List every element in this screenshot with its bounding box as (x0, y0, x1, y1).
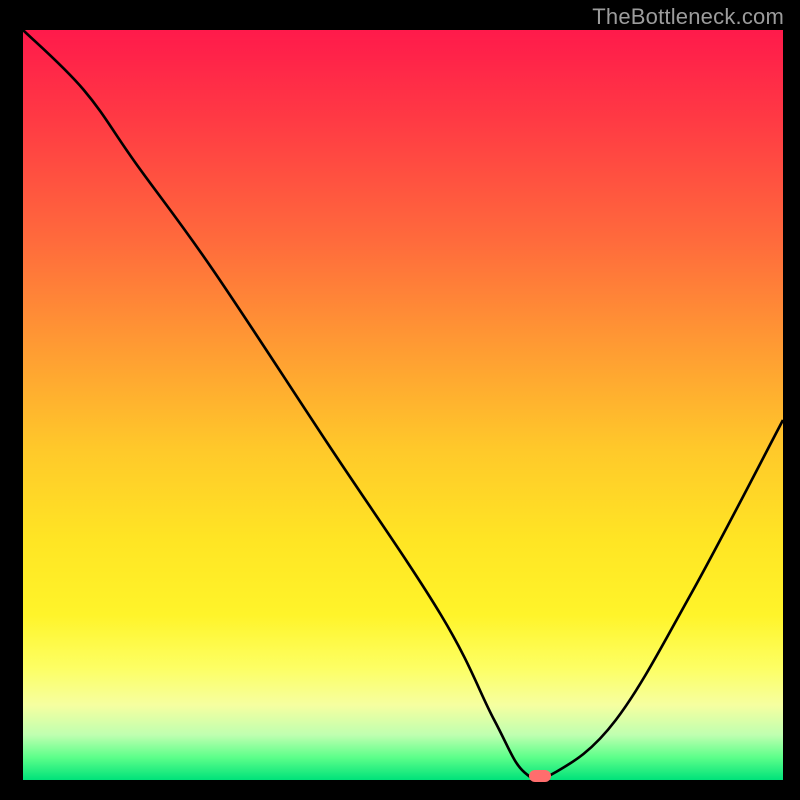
chart-marker (529, 770, 551, 782)
watermark-text: TheBottleneck.com (592, 4, 784, 30)
chart-plot-area (20, 30, 783, 783)
chart-line (23, 30, 783, 780)
bottleneck-curve-path (23, 30, 783, 780)
